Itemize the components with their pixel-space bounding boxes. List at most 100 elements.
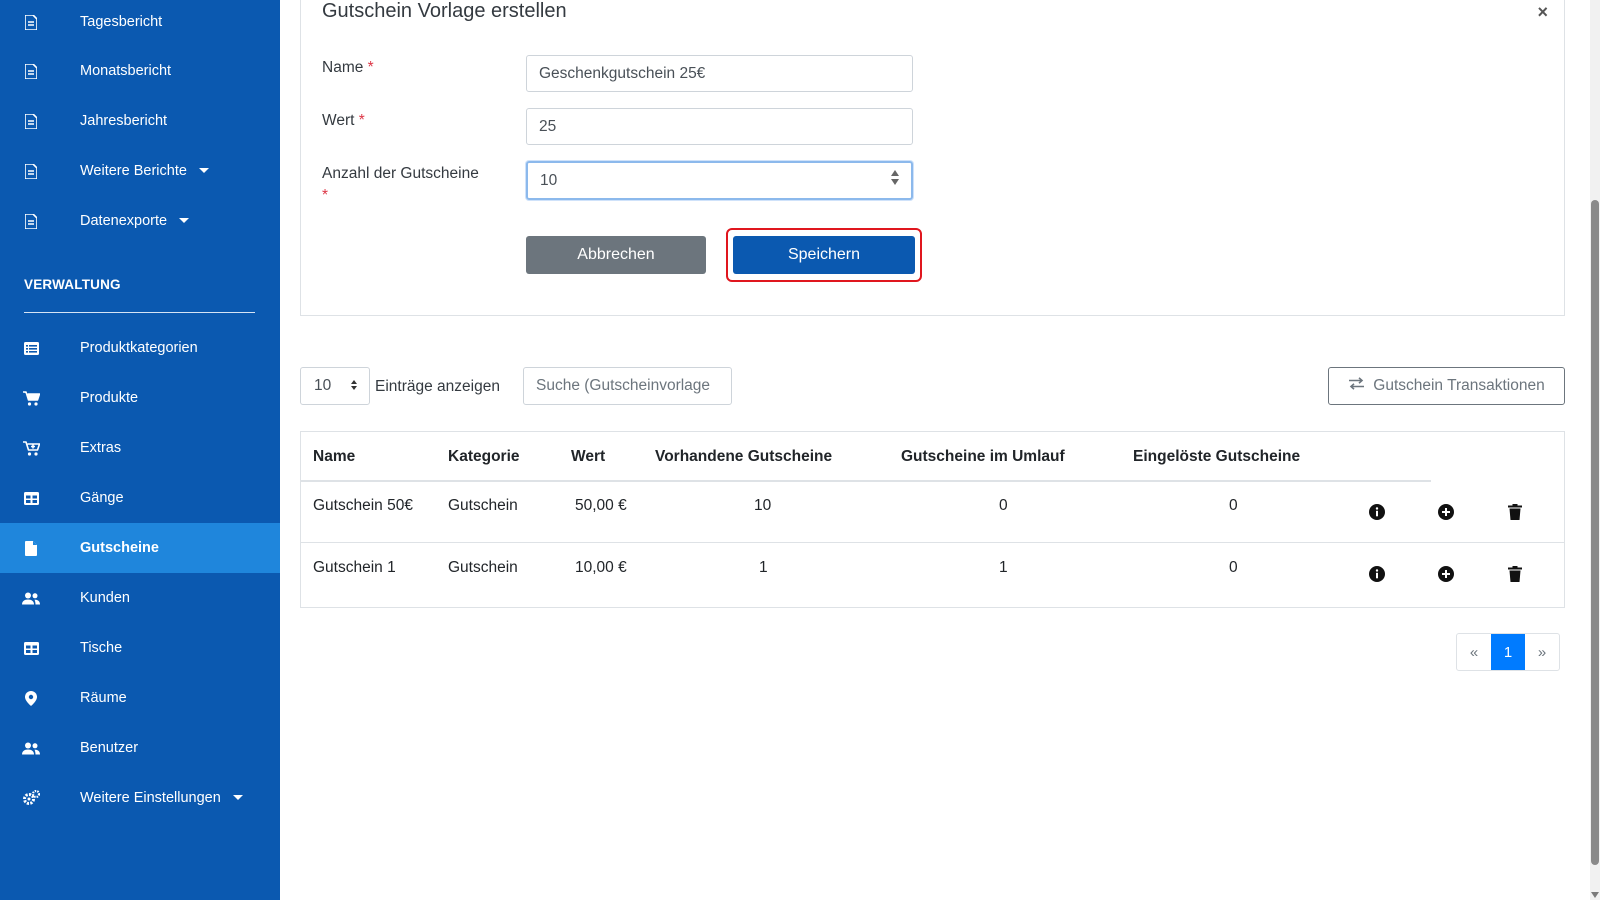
sidebar-item-label: Weitere Einstellungen	[80, 790, 221, 806]
pagination-page-1[interactable]: 1	[1491, 634, 1525, 670]
required-mark: *	[358, 112, 365, 129]
column-header-im-umlauf[interactable]: Gutscheine im Umlauf	[901, 432, 1065, 482]
cell-eingeloest: 0	[1229, 559, 1238, 576]
sidebar-item-extras[interactable]: Extras	[0, 423, 280, 473]
sidebar-item-gutscheine[interactable]: Gutscheine	[0, 523, 280, 573]
info-icon[interactable]	[1369, 504, 1385, 520]
document-icon	[22, 112, 40, 130]
caret-down-icon	[232, 794, 243, 800]
sidebar-item-label: Räume	[80, 690, 127, 706]
page-length-value: 10	[314, 377, 332, 394]
exchange-icon	[1348, 377, 1365, 395]
stepper-up-icon[interactable]	[891, 170, 899, 176]
vertical-scrollbar[interactable]	[1590, 0, 1600, 900]
cell-name: Gutschein 50€	[313, 497, 413, 514]
plus-circle-icon[interactable]	[1438, 566, 1454, 582]
stepper-down-icon[interactable]	[891, 179, 899, 185]
caret-down-icon	[198, 167, 209, 173]
save-button[interactable]: Speichern	[733, 236, 915, 274]
page-length-select[interactable]: 10	[300, 367, 370, 405]
form-title: Gutschein Vorlage erstellen	[322, 0, 567, 22]
main-content: Gutschein Vorlage erstellen × Name * Ges…	[280, 0, 1600, 900]
info-icon[interactable]	[1369, 566, 1385, 582]
sidebar-item-label: Produktkategorien	[80, 340, 198, 356]
cancel-button[interactable]: Abbrechen	[526, 236, 706, 274]
sidebar-item-tagesbericht[interactable]: Tagesbericht	[0, 0, 280, 47]
sidebar: Tagesbericht Monatsbericht Jahresbericht…	[0, 0, 280, 900]
select-arrows-icon	[351, 380, 357, 390]
users-icon	[22, 739, 40, 757]
required-mark: *	[322, 187, 329, 204]
trash-icon[interactable]	[1507, 566, 1523, 582]
sidebar-item-label-wrap: Datenexporte	[80, 213, 190, 229]
name-input[interactable]: Geschenkgutschein 25€	[526, 55, 913, 92]
anzahl-input-value: 10	[540, 171, 558, 189]
trash-icon[interactable]	[1507, 504, 1523, 520]
table-icon	[22, 639, 40, 657]
column-header-vorhandene[interactable]: Vorhandene Gutscheine	[655, 432, 832, 482]
sidebar-item-label: Datenexporte	[80, 213, 168, 229]
caret-down-icon	[179, 217, 190, 223]
wert-label-text: Wert	[322, 112, 355, 129]
pagination: « 1 »	[1456, 633, 1560, 671]
cell-kategorie: Gutschein	[448, 497, 518, 514]
document-icon	[22, 13, 40, 31]
document-icon	[22, 62, 40, 80]
sidebar-item-label: Kunden	[80, 590, 130, 606]
wert-input-value: 25	[539, 117, 557, 135]
sidebar-item-produkte[interactable]: Produkte	[0, 373, 280, 423]
anzahl-label: Anzahl der Gutscheine *	[322, 163, 479, 207]
scroll-down-arrow-icon[interactable]	[1591, 892, 1599, 898]
sidebar-item-label-wrap: Weitere Berichte	[80, 163, 209, 179]
page-length-label: Einträge anzeigen	[375, 378, 500, 395]
sidebar-item-benutzer[interactable]: Benutzer	[0, 723, 280, 773]
pagination-prev[interactable]: «	[1457, 634, 1491, 670]
sidebar-item-gaenge[interactable]: Gänge	[0, 473, 280, 523]
sidebar-item-produktkategorien[interactable]: Produktkategorien	[0, 323, 280, 373]
sidebar-item-jahresbericht[interactable]: Jahresbericht	[0, 96, 280, 146]
anzahl-input[interactable]: 10	[526, 161, 913, 200]
sidebar-item-weitere-einstellungen[interactable]: Weitere Einstellungen	[0, 773, 280, 823]
column-header-kategorie[interactable]: Kategorie	[448, 432, 520, 482]
plus-circle-icon[interactable]	[1438, 504, 1454, 520]
voucher-transactions-label: Gutschein Transaktionen	[1373, 377, 1545, 394]
sidebar-section-title: VERWALTUNG	[24, 277, 121, 292]
row-divider	[301, 542, 1564, 543]
search-input[interactable]: Suche (Gutscheinvorlage	[523, 367, 732, 405]
sidebar-item-raeume[interactable]: Räume	[0, 673, 280, 723]
column-header-wert[interactable]: Wert	[571, 432, 605, 482]
column-header-eingeloest[interactable]: Eingelöste Gutscheine	[1133, 432, 1300, 482]
wert-input[interactable]: 25	[526, 108, 913, 145]
search-placeholder: Suche (Gutscheinvorlage	[536, 377, 711, 394]
column-header-name[interactable]: Name	[313, 432, 355, 482]
pagination-next[interactable]: »	[1525, 634, 1559, 670]
anzahl-label-text: Anzahl der Gutscheine	[322, 165, 479, 182]
scrollbar-thumb[interactable]	[1591, 200, 1599, 865]
sidebar-item-label: Monatsbericht	[80, 63, 172, 79]
sidebar-item-tische[interactable]: Tische	[0, 623, 280, 673]
document-icon	[22, 162, 40, 180]
sidebar-item-label: Tagesbericht	[80, 14, 163, 30]
sidebar-item-weitere-berichte[interactable]: Weitere Berichte	[0, 146, 280, 196]
sidebar-item-label: Jahresbericht	[80, 113, 168, 129]
sidebar-item-label: Gutscheine	[80, 540, 159, 556]
file-icon	[22, 539, 40, 557]
cell-eingeloest: 0	[1229, 497, 1238, 514]
name-input-value: Geschenkgutschein 25€	[539, 64, 706, 82]
sidebar-item-kunden[interactable]: Kunden	[0, 573, 280, 623]
document-icon	[22, 212, 40, 230]
sidebar-item-datenexporte[interactable]: Datenexporte	[0, 196, 280, 246]
sidebar-item-label: Produkte	[80, 390, 139, 406]
close-icon[interactable]: ×	[1537, 2, 1548, 23]
number-stepper[interactable]	[891, 170, 899, 185]
table-icon	[22, 489, 40, 507]
sidebar-item-monatsbericht[interactable]: Monatsbericht	[0, 46, 280, 96]
users-icon	[22, 589, 40, 607]
name-label-text: Name	[322, 59, 364, 76]
table-header-divider	[301, 480, 1431, 482]
cell-vorhandene: 1	[759, 559, 768, 576]
map-marker-icon	[22, 689, 40, 707]
cell-im-umlauf: 1	[999, 559, 1008, 576]
sidebar-item-label: Extras	[80, 440, 122, 456]
voucher-transactions-button[interactable]: Gutschein Transaktionen	[1328, 367, 1565, 405]
